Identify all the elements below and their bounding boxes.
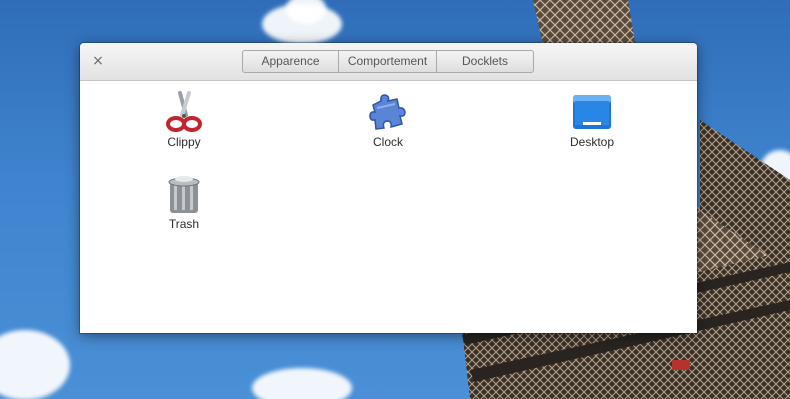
tab-comportement[interactable]: Comportement: [339, 51, 437, 72]
close-button[interactable]: ×: [90, 53, 106, 69]
docklet-label: Trash: [168, 217, 200, 231]
docklet-trash[interactable]: Trash: [139, 173, 229, 231]
desktop-icon: [573, 95, 611, 129]
titlebar: × Apparence Comportement Docklets: [80, 43, 697, 81]
docklet-label: Clippy: [167, 135, 201, 149]
close-icon: ×: [92, 53, 104, 69]
scissors-icon: [166, 91, 202, 132]
docklet-desktop[interactable]: Desktop: [547, 91, 637, 149]
docklet-label: Clock: [372, 135, 403, 149]
docklet-settings-window: × Apparence Comportement Docklets Clippy: [80, 43, 697, 333]
docklet-label: Desktop: [569, 135, 615, 149]
tab-bar: Apparence Comportement Docklets: [242, 50, 534, 73]
tab-docklets[interactable]: Docklets: [437, 51, 533, 72]
docklet-clippy[interactable]: Clippy: [139, 91, 229, 149]
trash-can-icon: [168, 176, 200, 213]
puzzle-piece-icon: [369, 94, 406, 130]
docklet-clock[interactable]: Clock: [343, 91, 433, 149]
tab-apparence[interactable]: Apparence: [243, 51, 339, 72]
docklet-grid: Clippy Clock Desktop Trash: [80, 81, 697, 333]
